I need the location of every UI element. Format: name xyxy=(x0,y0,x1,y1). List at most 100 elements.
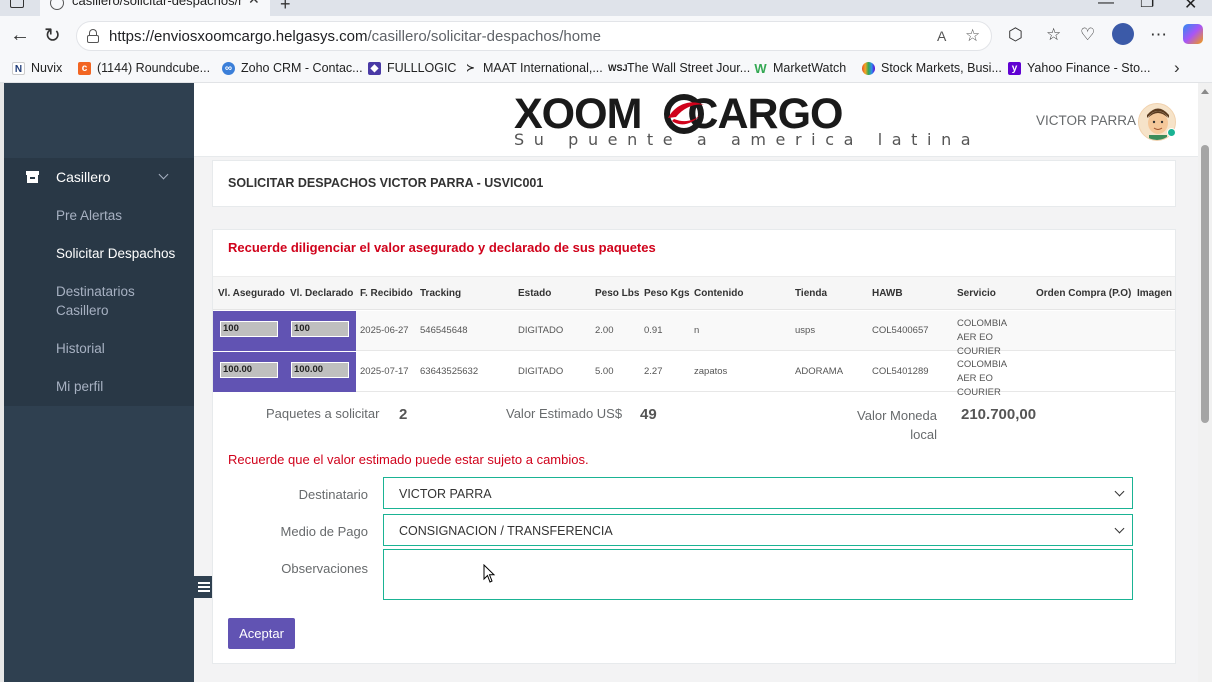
chevron-right-icon[interactable]: › xyxy=(1174,58,1180,78)
weight-lbs: 5.00 xyxy=(595,366,614,377)
observaciones-label: Observaciones xyxy=(281,561,368,576)
sidebar-toggle-icon[interactable] xyxy=(10,0,24,8)
weight-kgs: 0.91 xyxy=(644,325,663,336)
weight-lbs: 2.00 xyxy=(595,325,614,336)
reload-icon[interactable]: ↻ xyxy=(44,23,61,48)
lock-icon xyxy=(87,29,99,43)
tracking-number: 63643525632 xyxy=(420,366,479,377)
column-header[interactable]: Estado xyxy=(518,288,551,299)
table-header: Vl. Asegurado Vl. Declarado F. Recibido … xyxy=(213,276,1175,310)
sidebar-section-casillero[interactable]: Casillero xyxy=(4,158,194,196)
bookmark-item[interactable]: ≻ MAAT International,... xyxy=(464,61,602,75)
back-icon[interactable]: ← xyxy=(10,24,30,47)
column-header[interactable]: Peso Lbs xyxy=(595,288,639,299)
globe-logo-icon xyxy=(664,94,704,134)
sidebar: Casillero Pre Alertas Solicitar Despacho… xyxy=(4,83,194,682)
declared-value-input[interactable]: 100.00 xyxy=(291,362,349,378)
insured-value-input[interactable]: 100 xyxy=(220,321,278,337)
store-text: ADORAMA xyxy=(795,366,844,377)
extensions-icon[interactable]: ⬡ xyxy=(1008,25,1023,45)
column-header[interactable]: HAWB xyxy=(872,288,903,299)
marketwatch-icon: W xyxy=(754,60,767,76)
packages-count: 2 xyxy=(399,406,408,423)
page-title: SOLICITAR DESPACHOS VICTOR PARRA - USVIC… xyxy=(228,176,544,190)
status-text: DIGITADO xyxy=(518,366,564,377)
chevron-down-icon xyxy=(158,169,169,180)
sidebar-item-solicitar-despachos[interactable]: Solicitar Despachos xyxy=(56,244,175,263)
column-header[interactable]: Peso Kgs xyxy=(644,288,690,299)
hawb-text: COL5401289 xyxy=(872,366,929,377)
copilot-icon[interactable] xyxy=(1183,24,1203,44)
online-status-dot xyxy=(1167,128,1176,137)
column-header[interactable]: Tracking xyxy=(420,288,461,299)
sidebar-item-historial[interactable]: Historial xyxy=(56,339,105,358)
wsj-icon: WSJ xyxy=(608,62,628,73)
xoom-cargo-logo[interactable]: XOOM CARGO Su puente a america latina xyxy=(514,91,971,151)
estimated-usd-label: Valor Estimado US$ xyxy=(506,406,623,421)
column-header[interactable]: Orden Compra (P.O) xyxy=(1036,288,1131,299)
sidebar-menu: Casillero Pre Alertas Solicitar Despacho… xyxy=(4,158,194,406)
menu-toggle-icon[interactable] xyxy=(194,576,214,598)
tracking-number: 546545648 xyxy=(420,325,468,336)
column-header[interactable]: Vl. Declarado xyxy=(290,288,353,299)
close-tab-icon[interactable]: ✕ xyxy=(248,0,260,8)
estimated-usd-value: 49 xyxy=(640,406,657,423)
minimize-icon[interactable]: — xyxy=(1098,0,1114,12)
column-header[interactable]: Imagen xyxy=(1137,288,1172,299)
received-date: 2025-06-27 xyxy=(360,325,409,336)
browser-tab[interactable]: casillero/solicitar-despachos/home ✕ xyxy=(40,0,270,16)
sidebar-item-pre-alertas[interactable]: Pre Alertas xyxy=(56,206,122,225)
top-header: XOOM CARGO Su puente a america latina VIC… xyxy=(194,83,1198,157)
column-header[interactable]: Tienda xyxy=(795,288,827,299)
sidebar-item-mi-perfil[interactable]: Mi perfil xyxy=(56,377,103,396)
content-text: zapatos xyxy=(694,366,728,377)
column-header[interactable]: Servicio xyxy=(957,288,996,299)
more-icon[interactable]: ⋯ xyxy=(1150,25,1167,45)
bookmark-item[interactable]: y Yahoo Finance - Sto... xyxy=(1008,61,1150,75)
local-currency-value: 210.700,00 xyxy=(961,406,1037,423)
bookmark-item[interactable]: N Nuvix xyxy=(12,61,62,75)
service-text: COLOMBIA AER EO COURIER xyxy=(957,359,1007,398)
fulllogic-icon: ◆ xyxy=(368,61,381,75)
bookmark-item[interactable]: Stock Markets, Busi... xyxy=(862,61,1002,75)
destinatario-select[interactable]: VICTOR PARRA xyxy=(383,477,1133,509)
user-menu[interactable]: VICTOR PARRA xyxy=(1036,113,1151,128)
browser-essentials-icon[interactable]: ♡ xyxy=(1080,25,1095,45)
globe-icon xyxy=(50,0,64,10)
column-header[interactable]: Vl. Asegurado xyxy=(218,288,285,299)
favorites-icon[interactable]: ☆ xyxy=(1046,25,1061,45)
sidebar-section-label: Casillero xyxy=(56,169,111,185)
bookmark-item[interactable]: c (1144) Roundcube... xyxy=(78,61,210,75)
column-header[interactable]: Contenido xyxy=(694,288,743,299)
restore-icon[interactable]: ❐ xyxy=(1140,0,1154,12)
medio-pago-select[interactable]: CONSIGNACION / TRANSFERENCIA xyxy=(383,514,1133,546)
title-panel: SOLICITAR DESPACHOS VICTOR PARRA - USVIC… xyxy=(212,160,1176,207)
address-bar[interactable]: https://enviosxoomcargo.helgasys.com/cas… xyxy=(76,21,992,51)
favorite-star-icon[interactable]: ☆ xyxy=(965,26,980,46)
reminder-text: Recuerde diligenciar el valor asegurado … xyxy=(228,240,656,255)
weight-kgs: 2.27 xyxy=(644,366,663,377)
bookmark-item[interactable]: ◆ FULLLOGIC xyxy=(368,61,456,75)
bookmark-item[interactable]: W MarketWatch xyxy=(754,61,846,75)
maat-icon: ≻ xyxy=(466,62,475,74)
column-header[interactable]: F. Recibido xyxy=(360,288,413,299)
status-text: DIGITADO xyxy=(518,325,564,336)
bookmarks-bar: N Nuvix c (1144) Roundcube... ∞ Zoho CRM - … xyxy=(0,56,1212,83)
dispatch-panel: Recuerde diligenciar el valor asegurado … xyxy=(212,229,1176,664)
page-scrollbar[interactable] xyxy=(1198,83,1212,682)
scroll-thumb[interactable] xyxy=(1201,145,1209,423)
sidebar-item-destinatarios[interactable]: Destinatarios Casillero xyxy=(56,282,166,320)
bookmark-item[interactable]: WSJ The Wall Street Jour... xyxy=(608,61,750,75)
insured-value-input[interactable]: 100.00 xyxy=(220,362,278,378)
close-window-icon[interactable]: ✕ xyxy=(1184,0,1197,14)
declared-value-input[interactable]: 100 xyxy=(291,321,349,337)
scroll-up-icon[interactable] xyxy=(1201,89,1209,94)
received-date: 2025-07-17 xyxy=(360,366,409,377)
new-tab-icon[interactable]: + xyxy=(280,0,291,15)
mouse-cursor-icon xyxy=(483,564,496,583)
read-aloud-icon[interactable]: A xyxy=(937,28,946,44)
bookmark-item[interactable]: ∞ Zoho CRM - Contac... xyxy=(222,61,363,75)
nbc-icon xyxy=(862,61,875,75)
profile-icon[interactable] xyxy=(1112,23,1134,45)
aceptar-button[interactable]: Aceptar xyxy=(228,618,295,649)
